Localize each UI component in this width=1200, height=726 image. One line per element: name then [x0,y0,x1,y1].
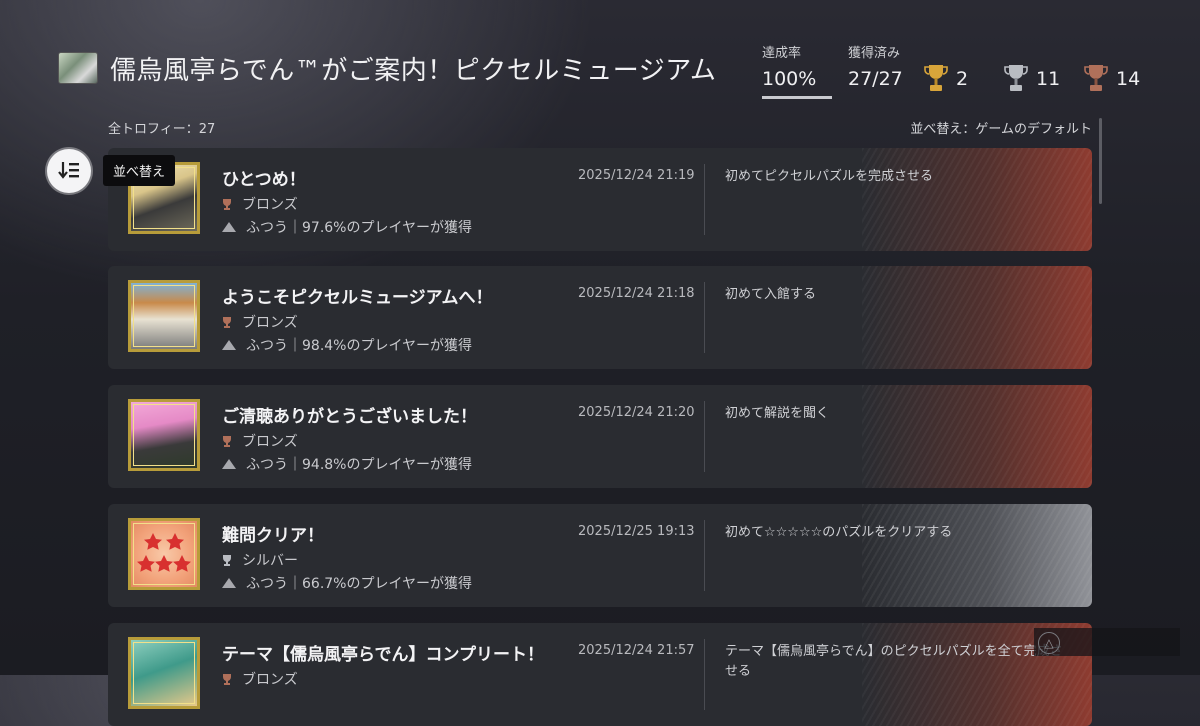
card-divider [704,401,705,472]
trophy-rarity-label: ふつう｜66.7%のプレイヤーが獲得 [246,576,473,592]
silver-trophy-icon [223,555,231,566]
trophy-image [128,518,200,590]
trophy-grade-label: シルバー [242,553,298,569]
trophy-rarity: ふつう｜98.4%のプレイヤーが獲得 [222,335,472,355]
trophy-description: 初めて解説を聞く [725,406,830,421]
bronze-trophy-icon [223,199,231,210]
trophy-rarity: ふつう｜66.7%のプレイヤーが獲得 [222,573,472,593]
trophy-grade-label: ブロンズ [242,672,298,688]
triangle-button-icon: △ [1038,632,1060,654]
trophy-description: テーマ【儒烏風亭らでん】のピクセルパズルを全て完成させる [725,644,1063,679]
bronze-trophy-icon [1084,65,1108,91]
card-grade-shading [862,504,1092,607]
trophy-name: 難問クリア！ [222,526,324,546]
trophy-rarity: ふつう｜97.6%のプレイヤーが獲得 [222,217,472,237]
rarity-icon [222,459,236,469]
trophy-card[interactable]: ようこそピクセルミュージアムへ！ ブロンズ ふつう｜98.4%のプレイヤーが獲得… [108,266,1092,369]
trophy-card[interactable]: ひとつめ！ ブロンズ ふつう｜97.6%のプレイヤーが獲得 2025/12/24… [108,148,1092,251]
sort-order-label: 並べ替え：ゲームのデフォルト [910,122,1092,137]
trophy-grade-label: ブロンズ [242,315,298,331]
trophy-grade: ブロンズ [222,312,298,332]
trophy-earned-date: 2025/12/25 19:13 [578,524,695,539]
silver-trophy-icon [1004,65,1028,91]
card-grade-shading [862,385,1092,488]
trophy-name: ようこそピクセルミュージアムへ！ [222,288,493,308]
trophy-image [128,399,200,471]
gold-trophy-icon [924,65,948,91]
sort-button[interactable] [47,149,91,193]
five-stars-icon [137,533,191,572]
trophy-image [128,637,200,709]
bronze-trophy-icon [223,317,231,328]
trophy-rarity-label: ふつう｜94.8%のプレイヤーが獲得 [246,457,473,473]
trophy-description: 初めて☆☆☆☆☆のパズルをクリアする [725,525,953,540]
card-grade-shading [862,148,1092,251]
total-trophies-label: 全トロフィー：27 [108,122,216,137]
trophy-earned-date: 2025/12/24 21:19 [578,168,695,183]
card-divider [704,520,705,591]
trophy-name: テーマ【儒烏風亭らでん】コンプリート！ [222,645,544,665]
trophy-grade: シルバー [222,550,298,570]
trophy-rarity-label: ふつう｜97.6%のプレイヤーが獲得 [246,220,473,236]
trophy-grade-label: ブロンズ [242,197,298,213]
trophy-description: 初めてピクセルパズルを完成させる [725,169,934,184]
sort-descending-icon [58,162,79,179]
game-thumbnail [58,52,98,84]
card-divider [704,164,705,235]
trophy-stats: 達成率 100% 獲得済み 27/27 2 11 14 [762,42,1162,102]
trophy-rarity-label: ふつう｜98.4%のプレイヤーが獲得 [246,338,473,354]
completion-rate-underline [762,96,832,99]
trophy-earned-date: 2025/12/24 21:57 [578,643,695,658]
earned-label: 獲得済み [848,46,901,61]
bronze-count: 14 [1116,68,1141,90]
trophy-image [128,280,200,352]
trophy-earned-date: 2025/12/24 21:20 [578,405,695,420]
sort-tooltip: 並べ替え [103,155,176,186]
silver-count: 11 [1036,68,1061,90]
rarity-icon [222,222,236,232]
trophy-earned-date: 2025/12/24 21:18 [578,286,695,301]
trophy-name: ひとつめ！ [222,170,306,190]
trophy-grade: ブロンズ [222,431,298,451]
scrollbar[interactable] [1099,118,1102,204]
game-title: 儒烏風亭らでん™がご案内！ピクセルミュージアム [110,55,717,86]
completion-rate-label: 達成率 [762,46,802,61]
rarity-icon [222,340,236,350]
trophy-card[interactable]: ご清聴ありがとうございました！ ブロンズ ふつう｜94.8%のプレイヤーが獲得 … [108,385,1092,488]
earned-value: 27/27 [848,68,903,90]
trophy-grade: ブロンズ [222,669,298,689]
bronze-trophy-icon [223,436,231,447]
trophy-rarity: ふつう｜94.8%のプレイヤーが獲得 [222,454,472,474]
trophy-card[interactable]: 難問クリア！ シルバー ふつう｜66.7%のプレイヤーが獲得 2025/12/2… [108,504,1092,607]
trophy-grade-label: ブロンズ [242,434,298,450]
card-divider [704,282,705,353]
card-grade-shading [862,266,1092,369]
gold-count: 2 [956,68,969,90]
trophy-name: ご清聴ありがとうございました！ [222,407,477,427]
rarity-icon [222,578,236,588]
trophy-description: 初めて入館する [725,287,817,302]
completion-rate-value: 100% [762,68,817,90]
trophy-grade: ブロンズ [222,194,298,214]
game-header: 儒烏風亭らでん™がご案内！ピクセルミュージアム [58,46,716,90]
